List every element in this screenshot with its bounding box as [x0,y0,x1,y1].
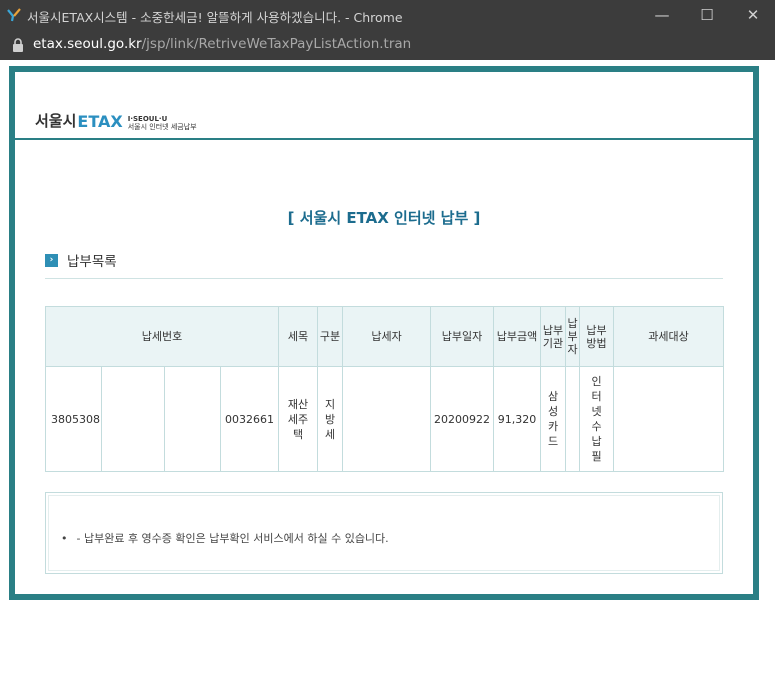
section-divider [45,278,723,279]
site-header: 서울시 ETAX I·SEOUL·U 서울시 인터넷 세금납부 [15,72,753,140]
cell-target [613,366,725,472]
url-path: /jsp/link/RetriveWeTaxPayListAction.tran [141,36,412,52]
th-method: 납부방법 [579,306,615,367]
cell-tax-no-4: 0032661 [219,366,280,472]
th-item: 세목 [278,306,319,367]
lock-icon [13,38,23,52]
th-method-text: 납부방법 [586,323,607,350]
th-type: 구분 [317,306,344,367]
cell-tax-no-1: 3805308 [45,366,102,472]
arrow-right-icon: › [45,253,58,267]
cell-agency-text: 삼성카드 [547,390,559,448]
minimize-button[interactable]: — [640,0,684,30]
page-title: [ 서울시 ETAX 인터넷 납부 ] [287,209,481,227]
cell-method-text: 인터넷수납필 [591,375,602,463]
url-host: etax.seoul.go.kr [33,36,142,52]
cell-tax-no-3 [164,366,221,472]
th-agency: 납부기관 [540,306,567,367]
th-tax-no: 납세번호 [44,306,280,367]
table-row: 3805308 0032661 재산세주택 지방세 20200922 91,32… [45,366,725,472]
cell-amount: 91,320 [493,366,542,472]
th-amount: 납부금액 [493,306,542,367]
address-bar[interactable]: etax.seoul.go.kr/jsp/link/RetriveWeTaxPa… [0,30,775,60]
cell-agency: 삼성카드 [540,366,567,472]
content-frame: 서울시 ETAX I·SEOUL·U 서울시 인터넷 세금납부 [ 서울시 ET… [9,66,759,600]
brand-seoul: 서울시 [35,112,77,130]
section-heading: › 납부목록 [45,250,117,270]
cell-method: 인터넷수납필 [579,366,615,472]
url-text[interactable]: etax.seoul.go.kr/jsp/link/RetriveWeTaxPa… [33,36,411,52]
section-label: 납부목록 [67,254,117,270]
notice-item: - 납부완료 후 영수증 확인은 납부확인 서비스에서 하실 수 있습니다. [61,530,389,546]
th-pay-date: 납부일자 [430,306,495,367]
window-title: 서울시ETAX시스템 - 소중한세금! 알뜰하게 사용하겠습니다. - Chro… [27,10,403,25]
maximize-button[interactable]: ☐ [685,0,729,30]
table-header-row: 납세번호 세목 구분 납세자 납부일자 납부금액 납부기관 납부자 납부방법 과… [44,306,725,367]
cell-payer-short [565,366,581,472]
cell-type: 지방세 [317,366,344,472]
cell-item-text: 재산세주택 [287,397,309,441]
page-viewport: 서울시 ETAX I·SEOUL·U 서울시 인터넷 세금납부 [ 서울시 ET… [0,60,775,692]
notice-box: - 납부완료 후 영수증 확인은 납부확인 서비스에서 하실 수 있습니다. [45,492,723,574]
th-target: 과세대상 [613,306,725,367]
etax-logo-icon [7,8,21,22]
th-agency-text: 납부기관 [542,323,564,350]
cell-payer [342,366,432,472]
site-logo[interactable]: 서울시 ETAX I·SEOUL·U 서울시 인터넷 세금납부 [35,110,197,131]
cell-item: 재산세주택 [278,366,319,472]
cell-pay-date: 20200922 [430,366,495,472]
window-titlebar: 서울시ETAX시스템 - 소중한세금! 알뜰하게 사용하겠습니다. - Chro… [0,0,775,30]
th-payer-short-text: 납부자 [567,317,578,356]
close-button[interactable]: ✕ [731,0,775,30]
th-payer: 납세자 [342,306,432,367]
notice-list: - 납부완료 후 영수증 확인은 납부확인 서비스에서 하실 수 있습니다. [61,530,389,546]
cell-tax-no-2 [101,366,165,472]
payment-table: 납세번호 세목 구분 납세자 납부일자 납부금액 납부기관 납부자 납부방법 과… [44,306,725,472]
th-payer-short: 납부자 [565,306,581,367]
brand-slogan-line2: 서울시 인터넷 세금납부 [127,123,197,131]
brand-etax: ETAX [77,112,123,131]
cell-type-text: 지방세 [324,397,336,441]
brand-slogan: I·SEOUL·U 서울시 인터넷 세금납부 [128,115,197,131]
brand-slogan-line1: I·SEOUL·U [127,115,168,123]
notice-inner: - 납부완료 후 영수증 확인은 납부확인 서비스에서 하실 수 있습니다. [48,495,720,571]
